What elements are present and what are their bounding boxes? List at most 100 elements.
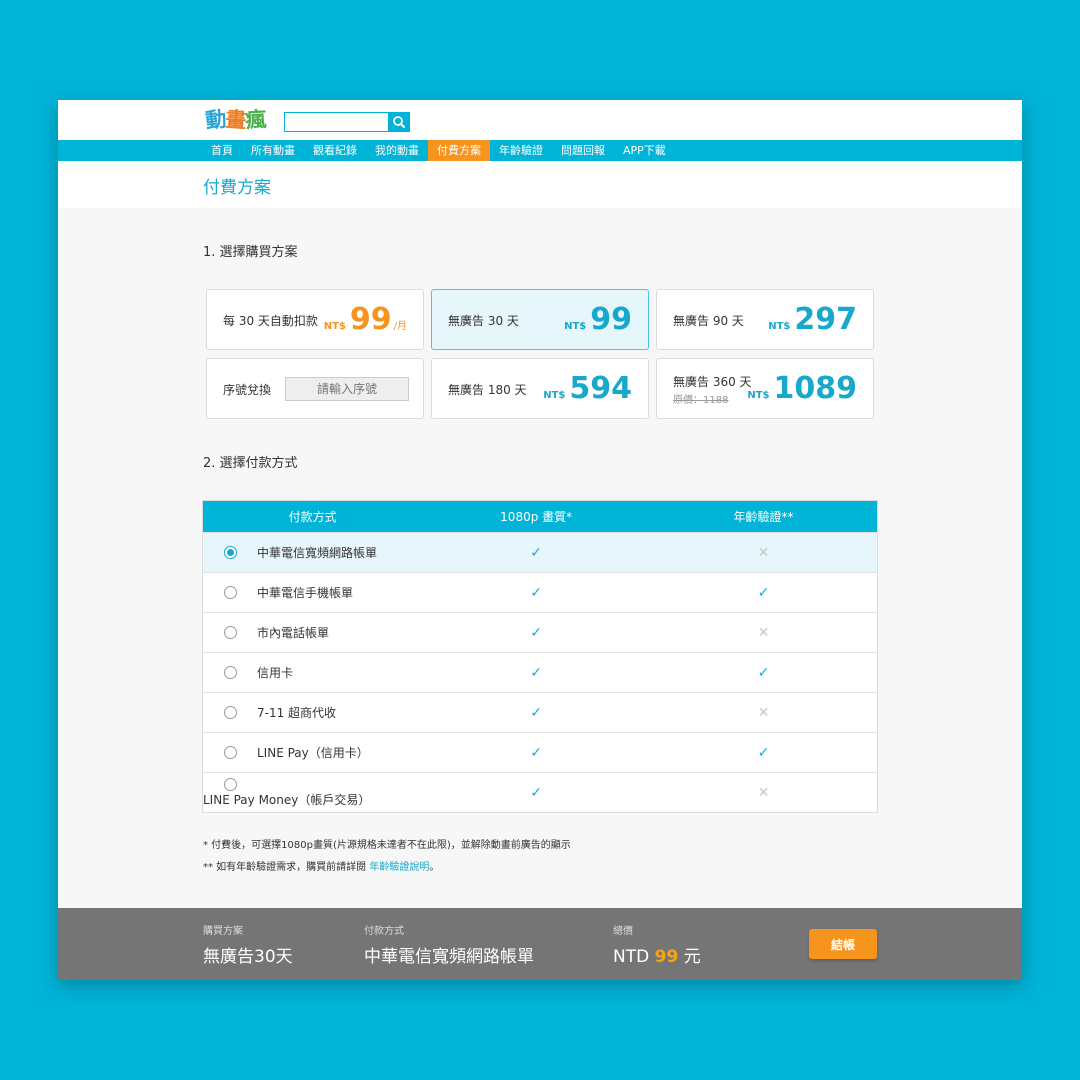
- payment-row[interactable]: 信用卡 ✓ ✓: [202, 652, 878, 693]
- top-bar: 動 畫 瘋: [58, 100, 1022, 140]
- search-button[interactable]: [388, 112, 410, 132]
- price-amount: 99: [590, 302, 632, 337]
- check-icon: ✓: [530, 664, 543, 681]
- column-header: 年齡驗證**: [649, 500, 878, 533]
- payment-name-cell: 信用卡: [202, 652, 423, 693]
- price-amount: 297: [794, 302, 857, 337]
- nav-item[interactable]: 年齡驗證: [490, 140, 552, 161]
- currency-label: NT$: [747, 390, 770, 401]
- currency-label: NT$: [768, 321, 791, 332]
- plan-card-180-days[interactable]: 無廣告 180 天 NT$ 594: [431, 358, 649, 419]
- hd-support-cell: ✓: [422, 772, 650, 813]
- check-icon: ✓: [757, 664, 770, 681]
- cross-icon: ✕: [757, 544, 770, 561]
- age-verification-link[interactable]: 年齡驗證說明: [369, 862, 429, 873]
- plan-card-360-days[interactable]: 無廣告 360 天 原價：1188 NT$ 1089: [656, 358, 874, 419]
- payment-name-cell: 中華電信寬頻網路帳單: [202, 532, 423, 573]
- nav-item[interactable]: APP下載: [614, 140, 675, 161]
- serial-input[interactable]: [285, 377, 409, 401]
- app-window: 動 畫 瘋 首頁 所有動畫 觀看紀錄 我的動畫 付費方案 年齡驗證 問題回報 APP下載 付費…: [58, 100, 1022, 980]
- payment-method-name: 中華電信手機帳單: [257, 586, 354, 600]
- main-nav: 首頁 所有動畫 觀看紀錄 我的動畫 付費方案 年齡驗證 問題回報 APP下載: [58, 140, 1022, 161]
- page-title: 付費方案: [203, 178, 271, 198]
- plan-price: NT$ 297: [768, 302, 857, 338]
- payment-radio[interactable]: [224, 586, 237, 599]
- nav-item[interactable]: 首頁: [202, 140, 242, 161]
- hd-support-cell: ✓: [422, 572, 650, 613]
- check-icon: ✓: [757, 744, 770, 761]
- search-input[interactable]: [284, 112, 388, 132]
- nav-list: 首頁 所有動畫 觀看紀錄 我的動畫 付費方案 年齡驗證 問題回報 APP下載: [202, 140, 675, 161]
- age-verify-support-cell: ✕: [649, 772, 878, 813]
- original-price: 原價：1188: [673, 395, 729, 406]
- plan-name: 無廣告 180 天: [448, 383, 527, 397]
- plan-name: 序號兌換: [223, 383, 272, 397]
- payment-method-table: 付款方式 1080p 畫質* 年齡驗證** 中華電信寬頻網路帳單 ✓ ✕ 中華電信手機…: [202, 500, 878, 813]
- column-header: 1080p 畫質*: [422, 500, 650, 533]
- payment-row[interactable]: 中華電信手機帳單 ✓ ✓: [202, 572, 878, 613]
- payment-method-name: LINE Pay（信用卡）: [257, 746, 369, 760]
- age-verify-support-cell: ✕: [649, 612, 878, 653]
- nav-item[interactable]: 付費方案: [428, 140, 490, 161]
- footnote-age: ** 如有年齡驗證需求，購買前請詳閱 年齡驗證說明。: [203, 858, 439, 873]
- total-amount: 99: [654, 947, 679, 967]
- price-unit: /月: [393, 321, 407, 332]
- nav-item[interactable]: 所有動畫: [242, 140, 304, 161]
- footnote-text: ** 如有年齡驗證需求，購買前請詳閱: [203, 862, 370, 873]
- payment-name-cell: 中華電信手機帳單: [202, 572, 423, 613]
- currency-label: NT$: [564, 321, 587, 332]
- section-title-payment: 2. 選擇付款方式: [203, 456, 298, 471]
- check-icon: ✓: [530, 744, 543, 761]
- summary-total-label: 總價: [613, 926, 633, 937]
- check-icon: ✓: [530, 544, 543, 561]
- payment-name-cell: 7-11 超商代收: [202, 692, 423, 733]
- title-bar: 付費方案: [58, 161, 1022, 208]
- payment-row[interactable]: 中華電信寬頻網路帳單 ✓ ✕: [202, 532, 878, 573]
- payment-radio[interactable]: [224, 706, 237, 719]
- plan-card-90-days[interactable]: 無廣告 90 天 NT$ 297: [656, 289, 874, 350]
- payment-method-name: 市內電話帳單: [257, 626, 330, 640]
- payment-row[interactable]: LINE Pay（信用卡） ✓ ✓: [202, 732, 878, 773]
- plan-card-monthly[interactable]: 每 30 天自動扣款 NT$ 99 /月: [206, 289, 424, 350]
- site-logo[interactable]: 動 畫 瘋: [204, 105, 268, 137]
- summary-plan-value: 無廣告30天: [203, 947, 293, 967]
- check-icon: ✓: [757, 584, 770, 601]
- plan-name: 每 30 天自動扣款: [223, 314, 318, 328]
- summary-method-value: 中華電信寬頻網路帳單: [364, 947, 534, 967]
- nav-item[interactable]: 問題回報: [552, 140, 614, 161]
- checkout-button[interactable]: 結帳: [809, 929, 877, 959]
- summary-total-value: NTD 99 元: [613, 942, 701, 967]
- age-verify-support-cell: ✕: [649, 532, 878, 573]
- table-header-row: 付款方式 1080p 畫質* 年齡驗證**: [202, 500, 878, 533]
- plan-price: NT$ 99 /月: [324, 302, 407, 338]
- summary-method-label: 付款方式: [364, 926, 404, 937]
- nav-item[interactable]: 觀看紀錄: [304, 140, 366, 161]
- age-verify-support-cell: ✓: [649, 572, 878, 613]
- payment-name-cell: LINE Pay Money（帳戶交易）: [202, 772, 423, 813]
- currency-label: NT$: [323, 321, 346, 332]
- payment-method-name: 7-11 超商代收: [257, 706, 337, 720]
- payment-radio[interactable]: [224, 778, 237, 791]
- payment-row[interactable]: 市內電話帳單 ✓ ✕: [202, 612, 878, 653]
- payment-radio[interactable]: [224, 546, 237, 559]
- age-verify-support-cell: ✓: [649, 732, 878, 773]
- payment-row[interactable]: 7-11 超商代收 ✓ ✕: [202, 692, 878, 733]
- payment-row[interactable]: LINE Pay Money（帳戶交易） ✓ ✕: [202, 772, 878, 813]
- plan-card-serial: 序號兌換: [206, 358, 424, 419]
- payment-radio[interactable]: [224, 626, 237, 639]
- check-icon: ✓: [530, 704, 543, 721]
- payment-name-cell: 市內電話帳單: [202, 612, 423, 653]
- price-amount: 594: [569, 371, 632, 406]
- total-currency: NTD: [613, 947, 650, 967]
- cross-icon: ✕: [757, 624, 770, 641]
- check-icon: ✓: [530, 584, 543, 601]
- search-icon: [393, 116, 405, 128]
- plan-price: NT$ 594: [543, 371, 632, 407]
- payment-radio[interactable]: [224, 746, 237, 759]
- payment-radio[interactable]: [224, 666, 237, 679]
- checkout-bar: 購買方案 無廣告30天 付款方式 中華電信寬頻網路帳單 總價 NTD 99 元 …: [58, 908, 1022, 980]
- plan-card-30-days[interactable]: 無廣告 30 天 NT$ 99: [431, 289, 649, 350]
- hd-support-cell: ✓: [422, 692, 650, 733]
- nav-item[interactable]: 我的動畫: [366, 140, 428, 161]
- footnote-suffix: 。: [429, 862, 440, 873]
